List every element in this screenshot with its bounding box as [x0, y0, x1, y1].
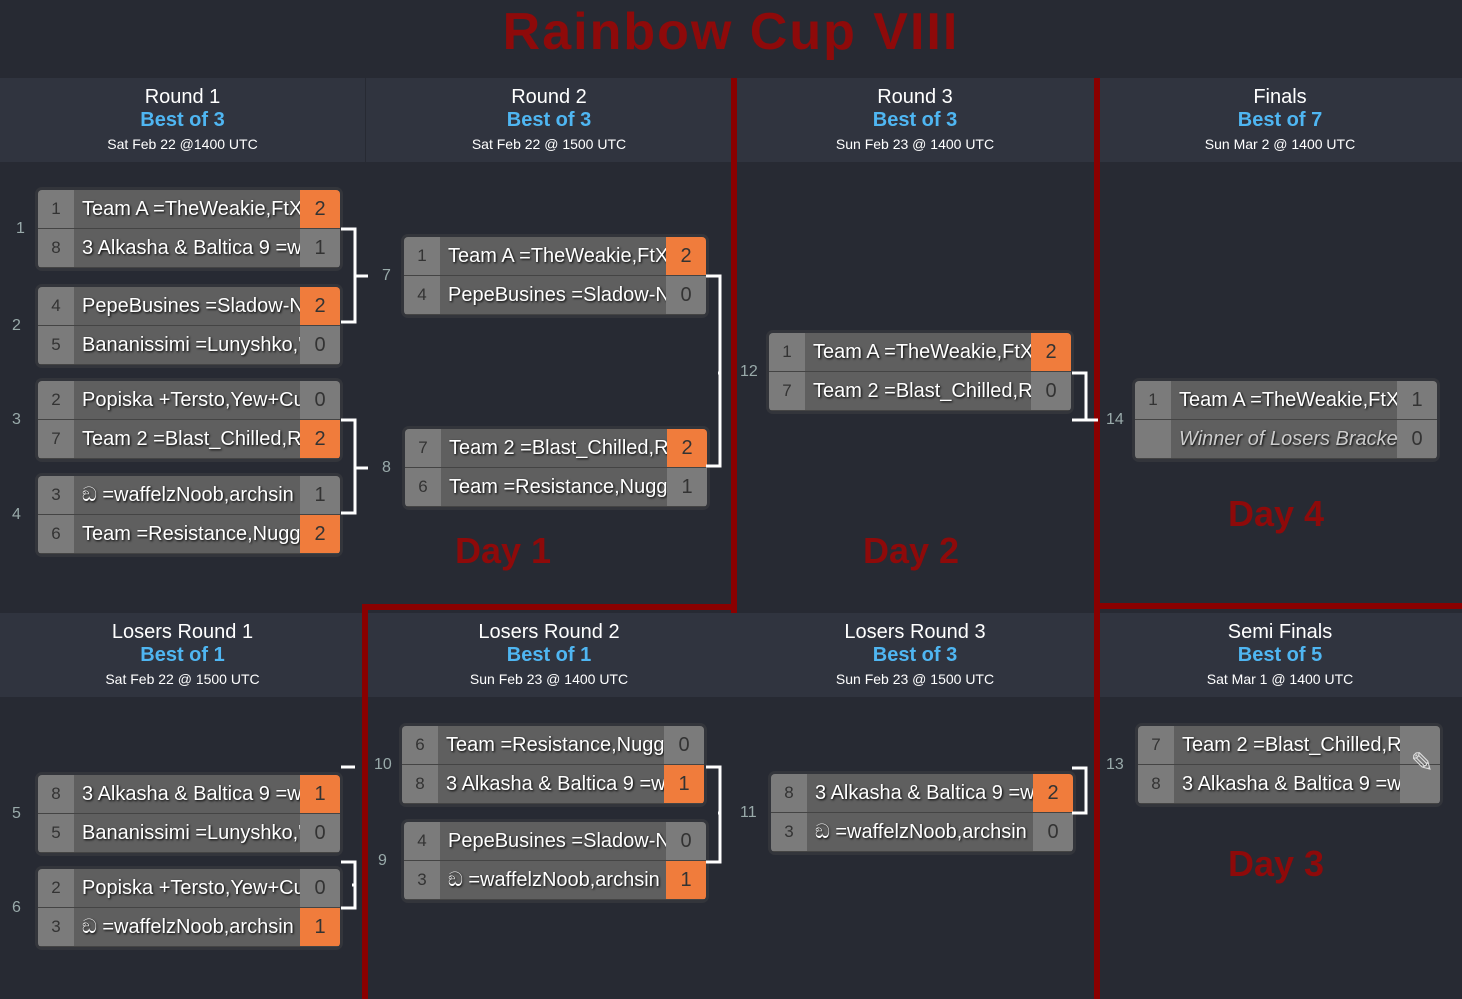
connector-line	[1072, 371, 1098, 422]
day-label: Day 3	[1228, 843, 1325, 884]
day-label: Day 1	[455, 530, 552, 571]
connector-line	[341, 418, 368, 515]
connector-line	[706, 765, 722, 864]
connector-line	[341, 227, 368, 324]
day-label: Day 4	[1228, 493, 1325, 534]
connector-line	[706, 274, 722, 468]
day-label: Day 2	[863, 530, 960, 571]
connector-line	[341, 860, 357, 910]
connector-line	[1072, 766, 1088, 815]
